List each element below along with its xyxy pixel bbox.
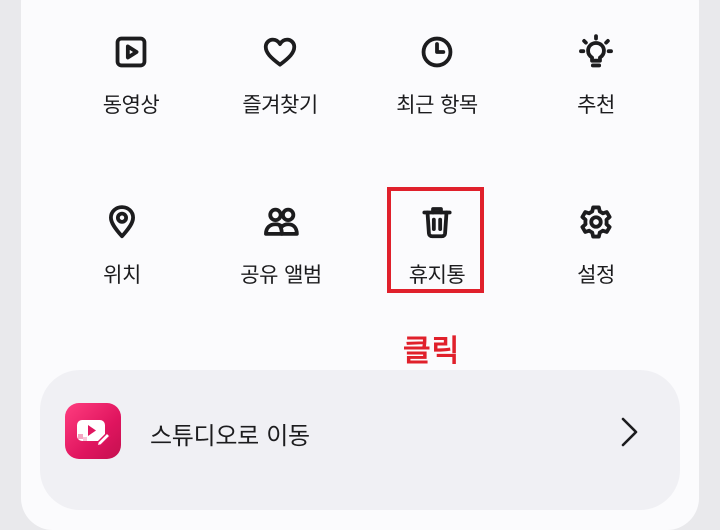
menu-item-label: 설정	[577, 263, 615, 287]
people-icon	[260, 201, 302, 243]
menu-item-shared-albums[interactable]: 공유 앨범	[206, 201, 356, 311]
gear-icon	[575, 201, 617, 243]
menu-item-label: 즐겨찾기	[242, 93, 318, 117]
menu-item-videos[interactable]: 동영상	[56, 31, 206, 141]
heart-icon	[259, 31, 301, 73]
click-annotation: 클릭	[403, 334, 461, 369]
video-icon	[110, 31, 152, 73]
menu-item-label: 추천	[577, 93, 615, 117]
menu-item-settings[interactable]: 설정	[521, 201, 671, 311]
studio-app-icon	[65, 403, 121, 459]
lightbulb-icon	[575, 31, 617, 73]
go-to-studio-button[interactable]: 스튜디오로 이동	[40, 370, 680, 510]
studio-label: 스튜디오로 이동	[150, 422, 310, 450]
menu-item-label: 동영상	[102, 93, 160, 117]
clock-icon	[416, 31, 458, 73]
menu-item-label: 위치	[103, 263, 141, 287]
chevron-right-icon	[618, 414, 642, 450]
menu-item-label: 최근 항목	[396, 93, 478, 117]
location-pin-icon	[101, 201, 143, 243]
menu-item-favorites[interactable]: 즐겨찾기	[205, 31, 355, 141]
menu-item-location[interactable]: 위치	[47, 201, 197, 311]
menu-item-suggestions[interactable]: 추천	[521, 31, 671, 141]
menu-item-label: 공유 앨범	[240, 263, 322, 287]
menu-item-recent[interactable]: 최근 항목	[362, 31, 512, 141]
trash-highlight-box	[387, 187, 484, 293]
